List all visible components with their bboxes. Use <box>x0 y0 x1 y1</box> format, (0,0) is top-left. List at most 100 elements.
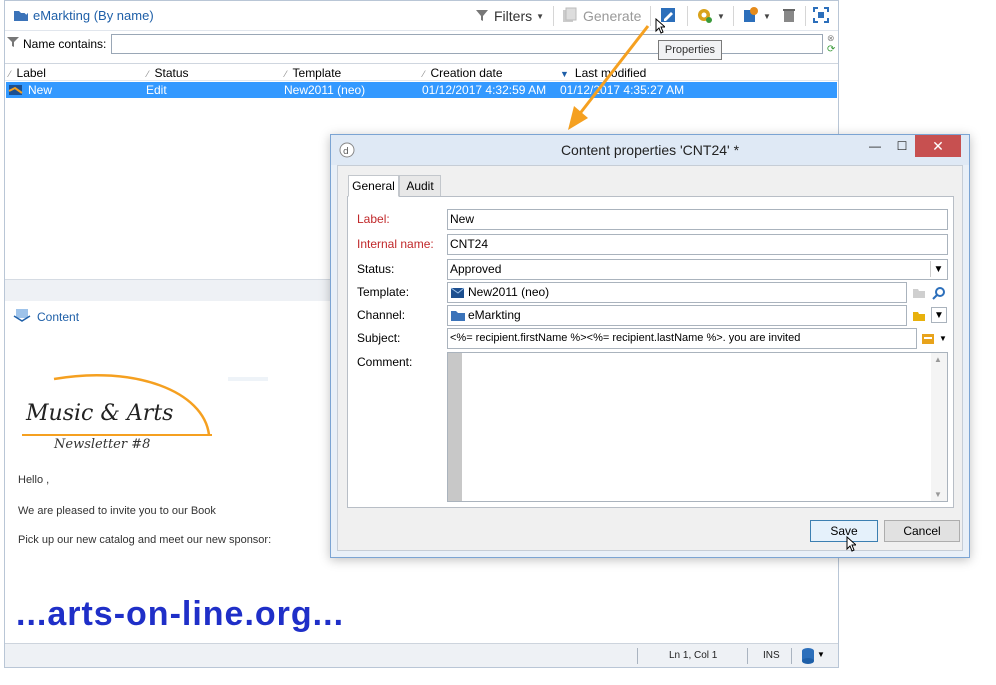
folder-icon <box>13 8 29 25</box>
column-header-label[interactable]: ⁄ Label <box>9 66 46 80</box>
chevron-down-icon[interactable]: ▼ <box>939 334 947 343</box>
content-icon <box>13 308 31 325</box>
channel-caption: Channel: <box>357 308 406 322</box>
close-button[interactable]: ✕ <box>915 135 961 157</box>
personalization-icon[interactable] <box>920 331 936 347</box>
funnel-icon <box>7 36 19 51</box>
cell-status: Edit <box>146 83 167 97</box>
dialog-titlebar[interactable]: d Content properties 'CNT24' * — ☐ ✕ <box>331 135 969 165</box>
status-separator <box>747 648 748 664</box>
status-bar: Ln 1, Col 1 INS ▼ <box>5 643 838 667</box>
status-separator <box>637 648 638 664</box>
comment-gutter <box>448 353 462 501</box>
status-caption: Status: <box>357 262 395 276</box>
gear-icon <box>695 6 713 27</box>
preview-greeting: Hello , <box>18 474 50 486</box>
folder-icon[interactable] <box>911 308 927 324</box>
column-header-creation-date[interactable]: ⁄ Creation date <box>423 66 503 80</box>
preview-line-2: Pick up our new catalog and meet our new… <box>18 534 272 546</box>
mouse-cursor-icon <box>846 535 858 555</box>
maximize-button[interactable]: ☐ <box>889 135 915 157</box>
cell-template: New2011 (neo) <box>284 83 366 97</box>
toolbar-separator <box>553 6 554 26</box>
email-preview: Music & Arts Newsletter #8 Hello , We ar… <box>14 371 344 641</box>
toolbar-separator <box>733 6 734 26</box>
label-field[interactable]: New <box>447 209 948 230</box>
column-header-template[interactable]: ⁄ Template <box>285 66 341 80</box>
insert-mode: INS <box>763 650 780 661</box>
template-value: New2011 (neo) <box>468 285 550 299</box>
toolbar: eMarkting (By name) Filters ▼ Generate ▼… <box>5 1 838 31</box>
table-row[interactable]: New Edit New2011 (neo) 01/12/2017 4:32:5… <box>6 82 837 98</box>
subject-caption: Subject: <box>357 331 401 345</box>
logo-title: Music & Arts <box>26 401 174 426</box>
template-field[interactable]: New2011 (neo) <box>447 282 907 303</box>
cell-label: New <box>28 83 53 97</box>
funnel-icon <box>475 8 489 25</box>
chevron-down-icon[interactable]: ▼ <box>931 307 947 323</box>
preview-banner: ...arts-on-line.org... <box>16 595 345 633</box>
filters-label: Filters <box>494 8 533 24</box>
expand-button[interactable] <box>813 6 829 26</box>
template-caption: Template: <box>357 285 410 299</box>
general-tab-panel: Label: New Internal name: CNT24 Status: … <box>347 196 954 508</box>
chevron-down-icon: ▼ <box>536 11 545 21</box>
content-tab[interactable]: Content <box>13 308 79 325</box>
chevron-down-icon[interactable]: ▼ <box>930 261 946 277</box>
minimize-button[interactable]: — <box>861 135 889 157</box>
preview-line-1: We are pleased to invite you to our Book <box>18 505 216 517</box>
chevron-down-icon: ▼ <box>763 11 771 21</box>
delete-button[interactable] <box>781 6 797 26</box>
comment-field[interactable]: ▲ ▼ <box>447 352 948 502</box>
toolbar-separator <box>687 6 688 26</box>
comment-caption: Comment: <box>357 355 413 369</box>
logo-subtitle: Newsletter #8 <box>54 437 151 452</box>
chevron-down-icon[interactable]: ▼ <box>817 650 825 659</box>
callout-arrow <box>568 25 650 130</box>
image-placeholder <box>228 377 268 381</box>
channel-value: eMarkting <box>468 308 521 322</box>
database-icon <box>800 647 816 668</box>
channel-field[interactable]: eMarkting <box>447 305 907 326</box>
cursor-position: Ln 1, Col 1 <box>669 650 718 661</box>
status-separator <box>791 648 792 664</box>
content-item-icon <box>8 83 24 100</box>
workflow-button[interactable]: ▼ <box>695 6 725 26</box>
column-header-status[interactable]: ⁄ Status <box>147 66 189 80</box>
internal-name-field[interactable]: CNT24 <box>447 234 948 255</box>
chevron-down-icon: ▼ <box>717 11 725 21</box>
comment-scrollbar[interactable]: ▲ ▼ <box>931 353 947 501</box>
folder-icon[interactable] <box>911 285 927 301</box>
template-icon <box>450 285 466 302</box>
tab-audit[interactable]: Audit <box>399 175 441 197</box>
save-button[interactable]: Save <box>810 520 878 542</box>
chevron-down-icon[interactable]: ▼ <box>934 490 942 499</box>
tab-general[interactable]: General <box>348 175 399 197</box>
properties-tooltip: Properties <box>658 40 722 60</box>
internal-name-caption: Internal name: <box>357 237 434 251</box>
clear-filter-icon[interactable]: ⊗ <box>827 33 835 44</box>
dialog-body: General Audit Label: New Internal name: … <box>337 165 963 552</box>
name-contains-label: Name contains: <box>23 37 107 51</box>
channel-icon <box>450 308 466 325</box>
label-caption: Label: <box>357 212 390 226</box>
cancel-button[interactable]: Cancel <box>884 520 960 542</box>
mouse-cursor-icon <box>655 17 667 37</box>
refresh-icon[interactable]: ⟳ <box>827 44 835 55</box>
window-title: eMarkting (By name) <box>33 8 154 23</box>
search-icon[interactable] <box>931 285 947 301</box>
cell-creation-date: 01/12/2017 4:32:59 AM <box>422 83 547 97</box>
list-header: ⁄ Label ⁄ Status ⁄ Template ⁄ Creation date … <box>5 63 838 81</box>
chevron-up-icon[interactable]: ▲ <box>934 355 942 364</box>
fullscreen-icon <box>813 6 829 26</box>
status-select[interactable]: Approved ▼ <box>447 259 948 280</box>
filters-button[interactable]: Filters ▼ <box>475 6 544 26</box>
new-document-icon <box>741 6 759 27</box>
toolbar-separator <box>805 6 806 26</box>
trash-icon <box>781 7 797 26</box>
status-value: Approved <box>450 262 502 276</box>
new-button[interactable]: ▼ <box>741 6 771 26</box>
subject-field[interactable]: <%= recipient.firstName %><%= recipient.… <box>447 328 917 349</box>
content-properties-dialog: d Content properties 'CNT24' * — ☐ ✕ Gen… <box>330 134 970 558</box>
music-arts-logo: Music & Arts Newsletter #8 <box>14 371 254 452</box>
